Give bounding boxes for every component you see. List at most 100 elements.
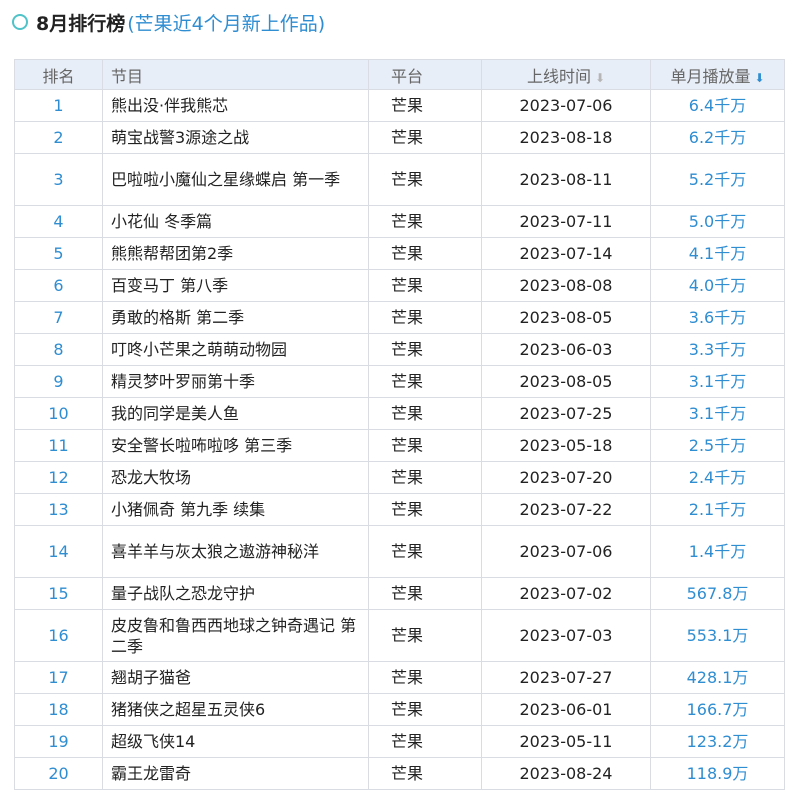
date-cell: 2023-07-20 <box>481 461 651 494</box>
program-cell: 我的同学是美人鱼 <box>102 397 369 430</box>
table-row: 4 小花仙 冬季篇 芒果 2023-07-11 5.0千万 <box>14 205 785 238</box>
date-cell: 2023-07-03 <box>481 609 651 662</box>
date-cell: 2023-05-11 <box>481 725 651 758</box>
views-cell: 2.4千万 <box>650 461 785 494</box>
sort-down-icon[interactable]: ⬇ <box>595 71 605 85</box>
rank-cell: 8 <box>14 333 103 366</box>
table-row: 7 勇敢的格斯 第二季 芒果 2023-08-05 3.6千万 <box>14 301 785 334</box>
platform-cell: 芒果 <box>368 89 482 122</box>
views-cell: 4.0千万 <box>650 269 785 302</box>
column-header-date[interactable]: 上线时间 ⬇ <box>481 59 651 90</box>
platform-cell: 芒果 <box>368 577 482 610</box>
views-cell: 3.6千万 <box>650 301 785 334</box>
program-cell: 熊熊帮帮团第2季 <box>102 237 369 270</box>
platform-cell: 芒果 <box>368 333 482 366</box>
column-header-rank: 排名 <box>14 59 103 90</box>
ranking-table: 排名 节目 平台 上线时间 ⬇ 单月播放量 ⬇ 1 熊出没·伴我熊芯 芒果 2023-07… <box>14 59 785 790</box>
date-cell: 2023-05-18 <box>481 429 651 462</box>
date-cell: 2023-08-24 <box>481 757 651 790</box>
platform-cell: 芒果 <box>368 725 482 758</box>
views-cell: 428.1万 <box>650 661 785 694</box>
views-cell: 4.1千万 <box>650 237 785 270</box>
rank-cell: 14 <box>14 525 103 578</box>
table-row: 10 我的同学是美人鱼 芒果 2023-07-25 3.1千万 <box>14 397 785 430</box>
views-cell: 3.1千万 <box>650 365 785 398</box>
column-header-date-label: 上线时间 <box>526 66 591 86</box>
platform-cell: 芒果 <box>368 397 482 430</box>
page-header: 8月排行榜 (芒果近4个月新上作品) <box>12 6 325 38</box>
date-cell: 2023-08-11 <box>481 153 651 206</box>
rank-cell: 13 <box>14 493 103 526</box>
table-header-row: 排名 节目 平台 上线时间 ⬇ 单月播放量 ⬇ <box>14 59 785 90</box>
platform-cell: 芒果 <box>368 525 482 578</box>
date-cell: 2023-07-11 <box>481 205 651 238</box>
program-cell: 精灵梦叶罗丽第十季 <box>102 365 369 398</box>
views-cell: 2.5千万 <box>650 429 785 462</box>
views-cell: 6.2千万 <box>650 121 785 154</box>
program-cell: 恐龙大牧场 <box>102 461 369 494</box>
date-cell: 2023-07-02 <box>481 577 651 610</box>
program-cell: 萌宝战警3源途之战 <box>102 121 369 154</box>
platform-cell: 芒果 <box>368 757 482 790</box>
table-row: 20 霸王龙雷奇 芒果 2023-08-24 118.9万 <box>14 757 785 790</box>
table-row: 18 猪猪侠之超星五灵侠6 芒果 2023-06-01 166.7万 <box>14 693 785 726</box>
table-row: 2 萌宝战警3源途之战 芒果 2023-08-18 6.2千万 <box>14 121 785 154</box>
column-header-views-label: 单月播放量 <box>670 66 751 86</box>
page-title: 8月排行榜 <box>36 12 126 35</box>
table-row: 14 喜羊羊与灰太狼之遨游神秘洋 芒果 2023-07-06 1.4千万 <box>14 525 785 578</box>
views-cell: 5.0千万 <box>650 205 785 238</box>
rank-cell: 11 <box>14 429 103 462</box>
program-cell: 勇敢的格斯 第二季 <box>102 301 369 334</box>
rank-cell: 9 <box>14 365 103 398</box>
program-cell: 喜羊羊与灰太狼之遨游神秘洋 <box>102 525 369 578</box>
date-cell: 2023-08-05 <box>481 365 651 398</box>
table-row: 6 百变马丁 第八季 芒果 2023-08-08 4.0千万 <box>14 269 785 302</box>
views-cell: 3.3千万 <box>650 333 785 366</box>
page-subtitle: (芒果近4个月新上作品) <box>127 12 326 35</box>
program-cell: 巴啦啦小魔仙之星缘蝶启 第一季 <box>102 153 369 206</box>
date-cell: 2023-07-27 <box>481 661 651 694</box>
table-row: 11 安全警长啦咘啦哆 第三季 芒果 2023-05-18 2.5千万 <box>14 429 785 462</box>
platform-cell: 芒果 <box>368 153 482 206</box>
program-cell: 安全警长啦咘啦哆 第三季 <box>102 429 369 462</box>
table-row: 1 熊出没·伴我熊芯 芒果 2023-07-06 6.4千万 <box>14 89 785 122</box>
date-cell: 2023-08-08 <box>481 269 651 302</box>
table-row: 15 量子战队之恐龙守护 芒果 2023-07-02 567.8万 <box>14 577 785 610</box>
program-cell: 百变马丁 第八季 <box>102 269 369 302</box>
table-row: 13 小猪佩奇 第九季 续集 芒果 2023-07-22 2.1千万 <box>14 493 785 526</box>
rank-cell: 19 <box>14 725 103 758</box>
circle-icon <box>12 14 28 30</box>
table-row: 8 叮咚小芒果之萌萌动物园 芒果 2023-06-03 3.3千万 <box>14 333 785 366</box>
rank-cell: 20 <box>14 757 103 790</box>
program-cell: 叮咚小芒果之萌萌动物园 <box>102 333 369 366</box>
platform-cell: 芒果 <box>368 429 482 462</box>
date-cell: 2023-07-22 <box>481 493 651 526</box>
table-row: 12 恐龙大牧场 芒果 2023-07-20 2.4千万 <box>14 461 785 494</box>
rank-cell: 10 <box>14 397 103 430</box>
program-cell: 猪猪侠之超星五灵侠6 <box>102 693 369 726</box>
rank-cell: 6 <box>14 269 103 302</box>
platform-cell: 芒果 <box>368 693 482 726</box>
platform-cell: 芒果 <box>368 661 482 694</box>
views-cell: 118.9万 <box>650 757 785 790</box>
rank-cell: 5 <box>14 237 103 270</box>
platform-cell: 芒果 <box>368 493 482 526</box>
column-header-views[interactable]: 单月播放量 ⬇ <box>650 59 785 90</box>
date-cell: 2023-07-14 <box>481 237 651 270</box>
rank-cell: 18 <box>14 693 103 726</box>
program-cell: 超级飞侠14 <box>102 725 369 758</box>
sort-down-active-icon[interactable]: ⬇ <box>754 71 764 85</box>
date-cell: 2023-06-03 <box>481 333 651 366</box>
table-row: 17 翘胡子猫爸 芒果 2023-07-27 428.1万 <box>14 661 785 694</box>
program-cell: 皮皮鲁和鲁西西地球之钟奇遇记 第二季 <box>102 609 369 662</box>
program-cell: 翘胡子猫爸 <box>102 661 369 694</box>
column-header-program: 节目 <box>102 59 369 90</box>
views-cell: 2.1千万 <box>650 493 785 526</box>
rank-cell: 3 <box>14 153 103 206</box>
platform-cell: 芒果 <box>368 609 482 662</box>
platform-cell: 芒果 <box>368 269 482 302</box>
program-cell: 小猪佩奇 第九季 续集 <box>102 493 369 526</box>
date-cell: 2023-07-06 <box>481 525 651 578</box>
rank-cell: 15 <box>14 577 103 610</box>
views-cell: 553.1万 <box>650 609 785 662</box>
